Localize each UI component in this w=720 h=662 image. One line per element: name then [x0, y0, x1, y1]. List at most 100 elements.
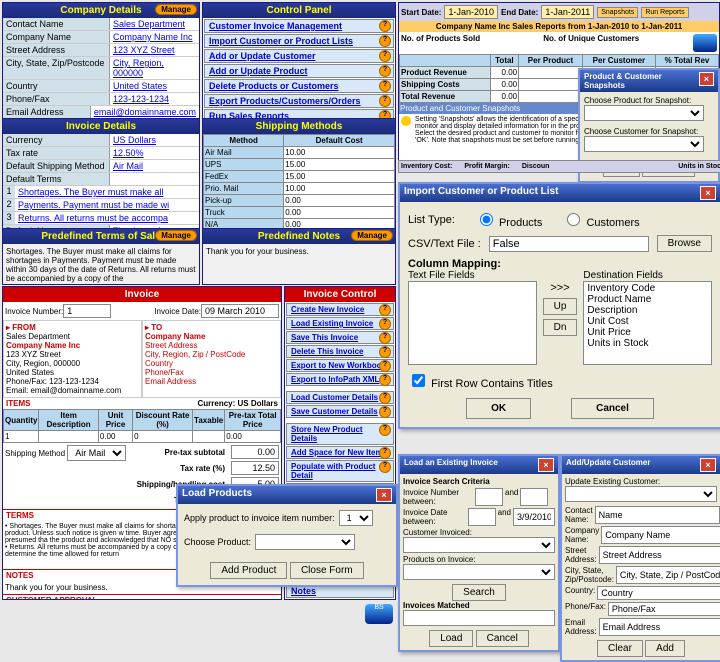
ship-method[interactable]: Air Mail — [204, 147, 284, 159]
control-command[interactable]: Add or Update Customer? — [204, 49, 394, 63]
num-from[interactable] — [475, 488, 503, 506]
control-command[interactable]: Import Customer or Product Lists? — [204, 34, 394, 48]
field-value[interactable]: 123 XYZ Street — [110, 44, 199, 56]
control-command[interactable]: Delete Products or Customers? — [204, 79, 394, 93]
browse-button[interactable]: Browse — [657, 235, 712, 252]
cancel-button[interactable]: Cancel — [571, 398, 654, 419]
ship-method[interactable]: Pick-up — [204, 195, 284, 207]
cancel-button[interactable]: Cancel — [476, 630, 529, 647]
cust-field[interactable] — [616, 566, 720, 584]
help-icon[interactable]: ? — [379, 35, 391, 47]
snapshots-button[interactable]: Snapshots — [597, 7, 638, 18]
start-date-input[interactable]: 1-Jan-2010 — [444, 5, 498, 19]
field-value[interactable]: 123-123-1234 — [110, 93, 199, 105]
shipping-select[interactable]: Air Mail — [67, 445, 126, 461]
ship-cost[interactable]: 0.00 — [284, 195, 395, 207]
dest-field[interactable]: Unit Price — [587, 327, 708, 338]
invoice-command[interactable]: Export to New Workbook? — [286, 359, 394, 372]
help-icon[interactable]: ? — [379, 304, 391, 316]
help-icon[interactable]: ? — [379, 95, 391, 107]
field-value[interactable]: email@domainname.com — [91, 106, 199, 118]
close-icon[interactable]: × — [700, 186, 716, 200]
cust-field[interactable] — [599, 546, 720, 564]
invoice-command[interactable]: Populate with Product Detail? — [286, 460, 394, 482]
close-icon[interactable]: × — [538, 458, 554, 472]
clear-button[interactable]: Clear — [597, 640, 643, 657]
help-icon[interactable]: ? — [379, 318, 391, 330]
help-icon[interactable]: ? — [379, 20, 391, 32]
add-product-button[interactable]: Add Product — [210, 562, 287, 579]
search-button[interactable]: Search — [452, 584, 506, 601]
help-icon[interactable]: ? — [379, 424, 391, 436]
first-row-checkbox[interactable]: First Row Contains Titles — [408, 378, 553, 390]
invoice-command[interactable]: Store New Product Details? — [286, 423, 394, 445]
invoice-command[interactable]: Export to InfoPath XML? — [286, 373, 394, 386]
control-command[interactable]: Add or Update Product? — [204, 64, 394, 78]
close-icon[interactable]: × — [699, 72, 714, 86]
field-value[interactable]: City, Region, 000000 — [110, 57, 199, 79]
help-icon[interactable]: ? — [379, 447, 391, 459]
invoice-number-input[interactable]: 1 — [63, 304, 111, 318]
ship-method[interactable]: Truck — [204, 207, 284, 219]
invoice-command[interactable]: Save This Invoice? — [286, 331, 394, 344]
invoice-command[interactable]: Add Space for New Item? — [286, 446, 394, 459]
dest-field[interactable]: Inventory Code — [587, 283, 708, 294]
cust-field[interactable] — [597, 586, 720, 600]
ship-cost[interactable]: 15.00 — [284, 171, 395, 183]
cust-field[interactable] — [601, 526, 720, 544]
customers-radio[interactable]: Customers — [562, 210, 639, 229]
num-to[interactable] — [520, 488, 548, 506]
products-radio[interactable]: Products — [475, 210, 542, 229]
manage-button[interactable]: Manage — [351, 230, 393, 241]
close-icon[interactable]: × — [376, 488, 392, 502]
invoice-command[interactable]: Load Existing Invoice? — [286, 317, 394, 330]
control-command[interactable]: Export Products/Customers/Orders? — [204, 94, 394, 108]
ship-method[interactable]: UPS — [204, 159, 284, 171]
help-icon[interactable]: ? — [379, 392, 391, 404]
load-button[interactable]: Load — [429, 630, 473, 647]
help-icon[interactable]: ? — [379, 461, 391, 473]
ok-button[interactable]: OK — [466, 398, 531, 419]
ship-method[interactable]: FedEx — [204, 171, 284, 183]
down-button[interactable]: Dn — [543, 319, 578, 336]
ship-cost[interactable]: 10.00 — [284, 183, 395, 195]
help-icon[interactable]: ? — [379, 65, 391, 77]
manage-button[interactable]: Manage — [155, 4, 197, 15]
date-to[interactable] — [513, 508, 555, 526]
up-button[interactable]: Up — [543, 298, 578, 315]
cust-field[interactable] — [599, 618, 720, 636]
help-icon[interactable]: ? — [379, 80, 391, 92]
invoice-command[interactable]: Delete This Invoice? — [286, 345, 394, 358]
ship-method[interactable]: Prio. Mail — [204, 183, 284, 195]
help-icon[interactable]: ? — [379, 374, 391, 386]
product-select[interactable] — [255, 534, 355, 550]
ship-cost[interactable]: 0.00 — [284, 207, 395, 219]
customer-snapshot-select[interactable] — [584, 136, 704, 152]
field-value[interactable]: Sales Department — [110, 18, 199, 30]
product-snapshot-select[interactable] — [584, 105, 704, 121]
add-button[interactable]: Add — [645, 640, 685, 657]
prod-select[interactable] — [403, 564, 555, 580]
help-icon[interactable]: ? — [379, 360, 391, 372]
close-form-button[interactable]: Close Form — [290, 562, 364, 579]
invoice-command[interactable]: Save Customer Details? — [286, 405, 394, 418]
manage-button[interactable]: Manage — [155, 230, 197, 241]
invoice-command[interactable]: Create New Invoice? — [286, 303, 394, 316]
cust-select[interactable] — [403, 537, 555, 553]
control-command[interactable]: Customer Invoice Management? — [204, 19, 394, 33]
cust-field[interactable] — [608, 602, 720, 616]
end-date-input[interactable]: 1-Jan-2011 — [541, 5, 594, 19]
item-number-select[interactable]: 1 — [339, 510, 373, 526]
ship-cost[interactable]: 15.00 — [284, 159, 395, 171]
dest-field[interactable]: Description — [587, 305, 708, 316]
close-icon[interactable]: × — [700, 458, 716, 472]
field-value[interactable]: Company Name Inc — [110, 31, 199, 43]
field-value[interactable]: United States — [110, 80, 199, 92]
run-reports-button[interactable]: Run Reports — [641, 7, 688, 18]
help-icon[interactable]: ? — [379, 346, 391, 358]
invoice-command[interactable]: Load Customer Details? — [286, 391, 394, 404]
help-icon[interactable]: ? — [379, 50, 391, 62]
invoice-date-input[interactable]: 09 March 2010 — [201, 304, 279, 318]
date-from[interactable] — [468, 508, 496, 526]
cust-field[interactable] — [595, 506, 720, 524]
